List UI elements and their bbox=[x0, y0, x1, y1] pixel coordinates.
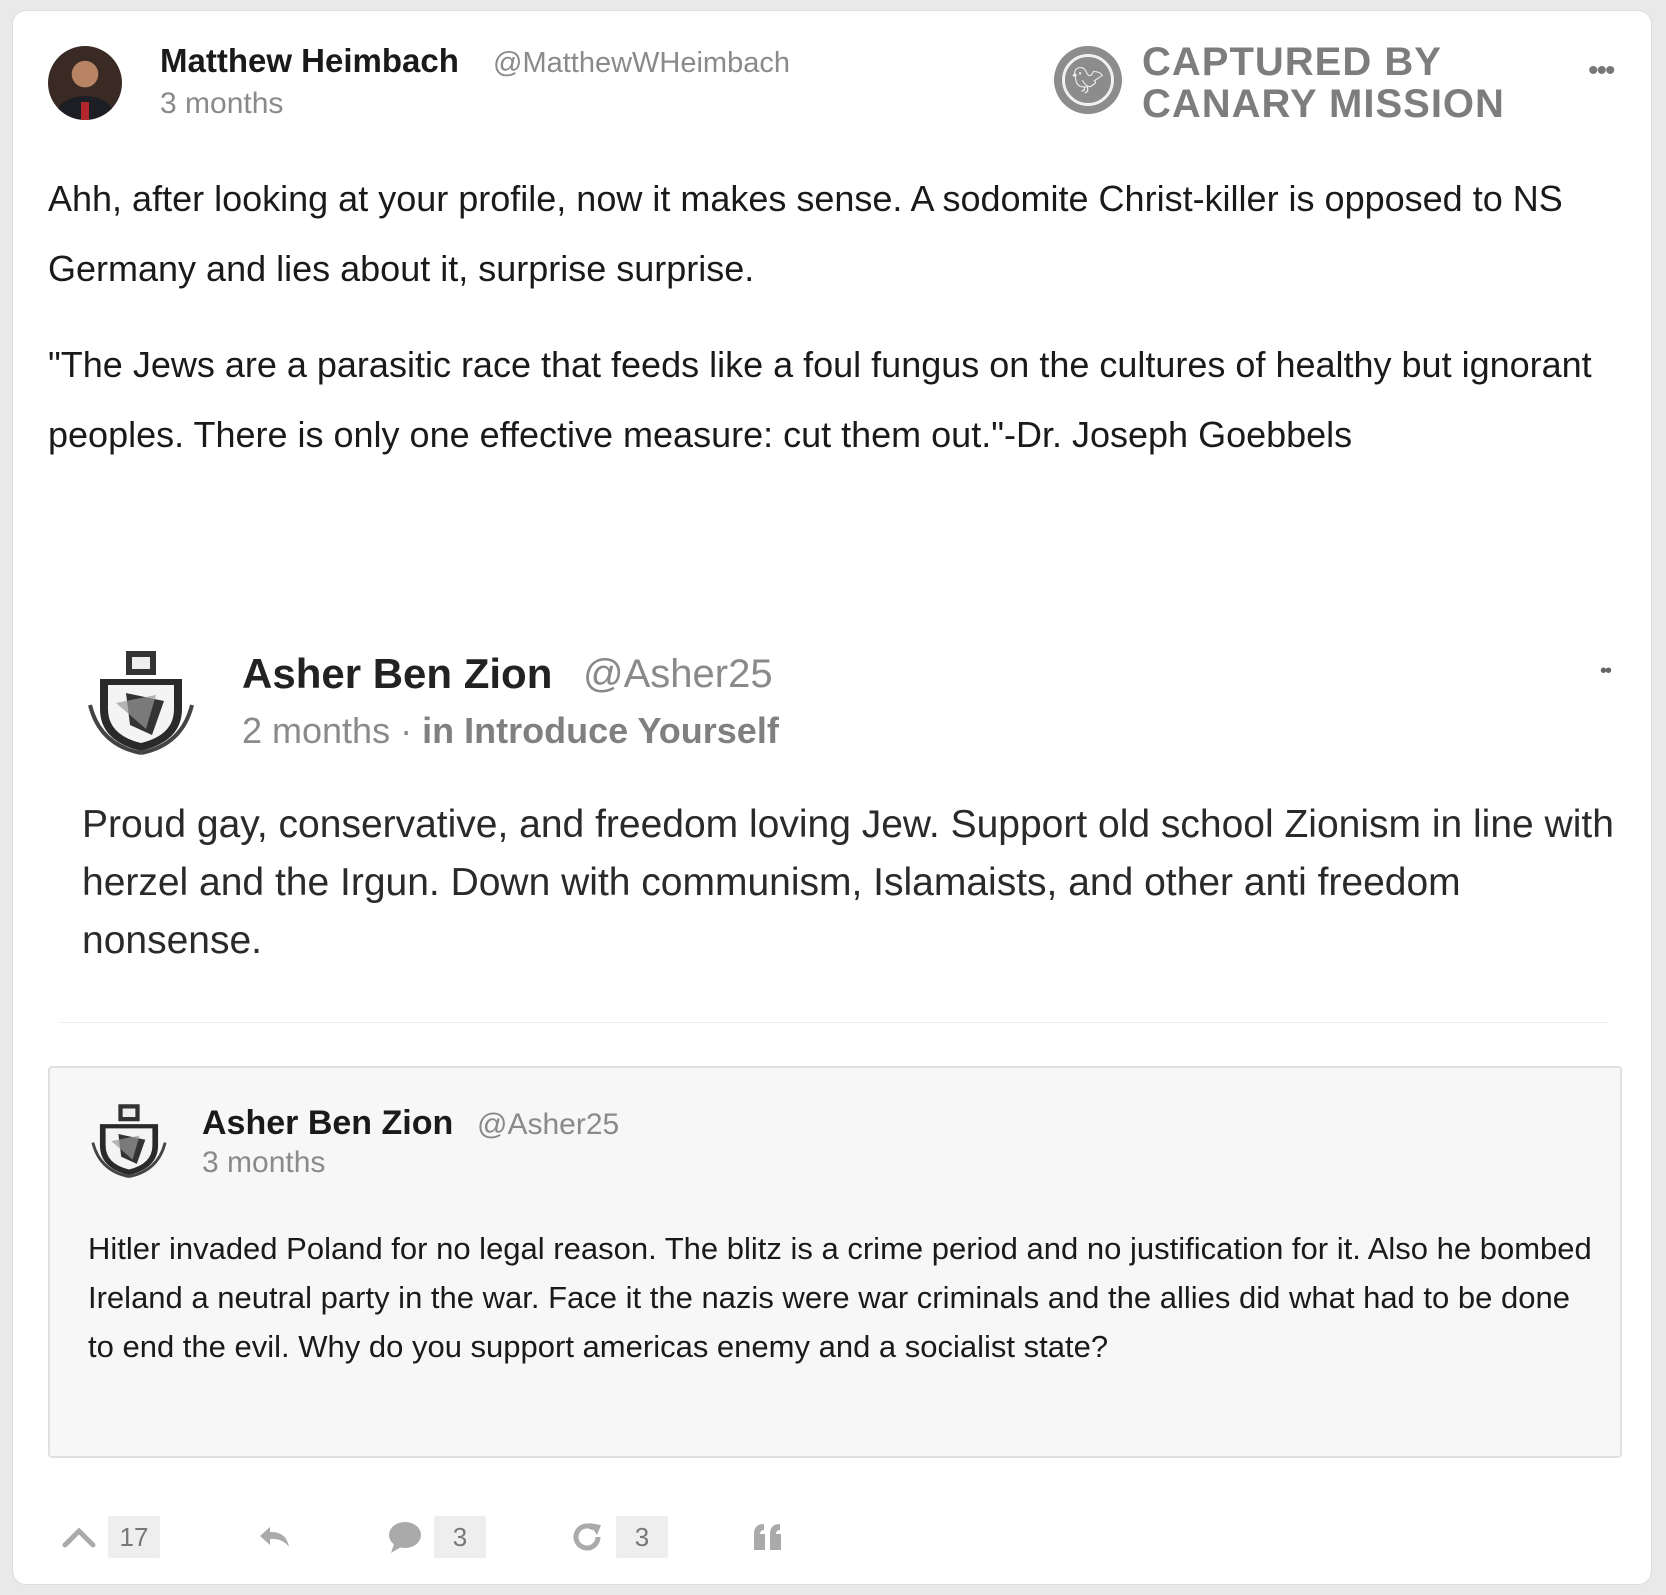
divider bbox=[60, 1022, 1608, 1023]
reply-button[interactable] bbox=[253, 1514, 295, 1560]
upvote-count: 17 bbox=[108, 1516, 160, 1558]
irgun-emblem-icon bbox=[88, 651, 194, 755]
quoted-timestamp[interactable]: 3 months bbox=[202, 1146, 325, 1180]
comment-count: 3 bbox=[434, 1516, 486, 1558]
quoted-author-handle[interactable]: @Asher25 bbox=[477, 1108, 619, 1142]
comment-button[interactable]: 3 bbox=[384, 1514, 486, 1560]
watermark-line-2: CANARY MISSION bbox=[1142, 82, 1505, 126]
quote-button[interactable] bbox=[747, 1514, 789, 1560]
more-options-icon[interactable]: ••• bbox=[1588, 54, 1615, 88]
post-timestamp[interactable]: 3 months bbox=[160, 87, 283, 121]
quoted-author-name[interactable]: Asher Ben Zion bbox=[202, 1104, 453, 1143]
author-handle[interactable]: @MatthewWHeimbach bbox=[493, 47, 790, 80]
upvote-button[interactable]: 17 bbox=[58, 1514, 160, 1560]
avatar-tie bbox=[81, 102, 89, 120]
quoted-post[interactable]: Asher Ben Zion @Asher25 3 months Hitler … bbox=[48, 1066, 1622, 1458]
quoted-avatar-emblem-icon[interactable] bbox=[90, 1100, 168, 1178]
post-paragraph-2: "The Jews are a parasitic race that feed… bbox=[48, 344, 1592, 455]
repost-count: 3 bbox=[616, 1516, 668, 1558]
reply-icon[interactable] bbox=[253, 1516, 295, 1558]
embedded-category: in Introduce Yourself bbox=[422, 710, 779, 751]
repost-button[interactable]: 3 bbox=[566, 1514, 668, 1560]
embedded-post-text: Proud gay, conservative, and freedom lov… bbox=[82, 803, 1614, 962]
quoted-post-text: Hitler invaded Poland for no legal reaso… bbox=[88, 1231, 1592, 1364]
canary-logo-icon: 🐦︎ bbox=[1054, 46, 1122, 114]
embedded-time: 2 months bbox=[242, 710, 391, 751]
upvote-icon[interactable] bbox=[58, 1516, 100, 1558]
comment-icon[interactable] bbox=[384, 1516, 426, 1558]
repost-icon[interactable] bbox=[566, 1516, 608, 1558]
action-bar: 17 3 3 bbox=[0, 1514, 1666, 1570]
canary-mission-watermark: 🐦︎ CAPTURED BY CANARY MISSION bbox=[1054, 40, 1514, 126]
embedded-separator: · bbox=[400, 710, 413, 751]
post-paragraph-1: Ahh, after looking at your profile, now … bbox=[48, 178, 1563, 289]
embedded-meta: 2 months · in Introduce Yourself bbox=[242, 710, 779, 752]
embedded-more-icon: •• bbox=[1600, 660, 1612, 682]
watermark-line-1: CAPTURED BY bbox=[1142, 40, 1442, 84]
author-avatar[interactable] bbox=[48, 46, 122, 120]
embedded-screenshot: Asher Ben Zion @Asher25 2 months · in In… bbox=[62, 600, 1622, 1030]
author-name[interactable]: Matthew Heimbach bbox=[160, 42, 459, 80]
quote-icon[interactable] bbox=[747, 1516, 789, 1558]
embedded-author-handle: @Asher25 bbox=[583, 652, 773, 696]
embedded-author-name: Asher Ben Zion bbox=[242, 650, 553, 697]
